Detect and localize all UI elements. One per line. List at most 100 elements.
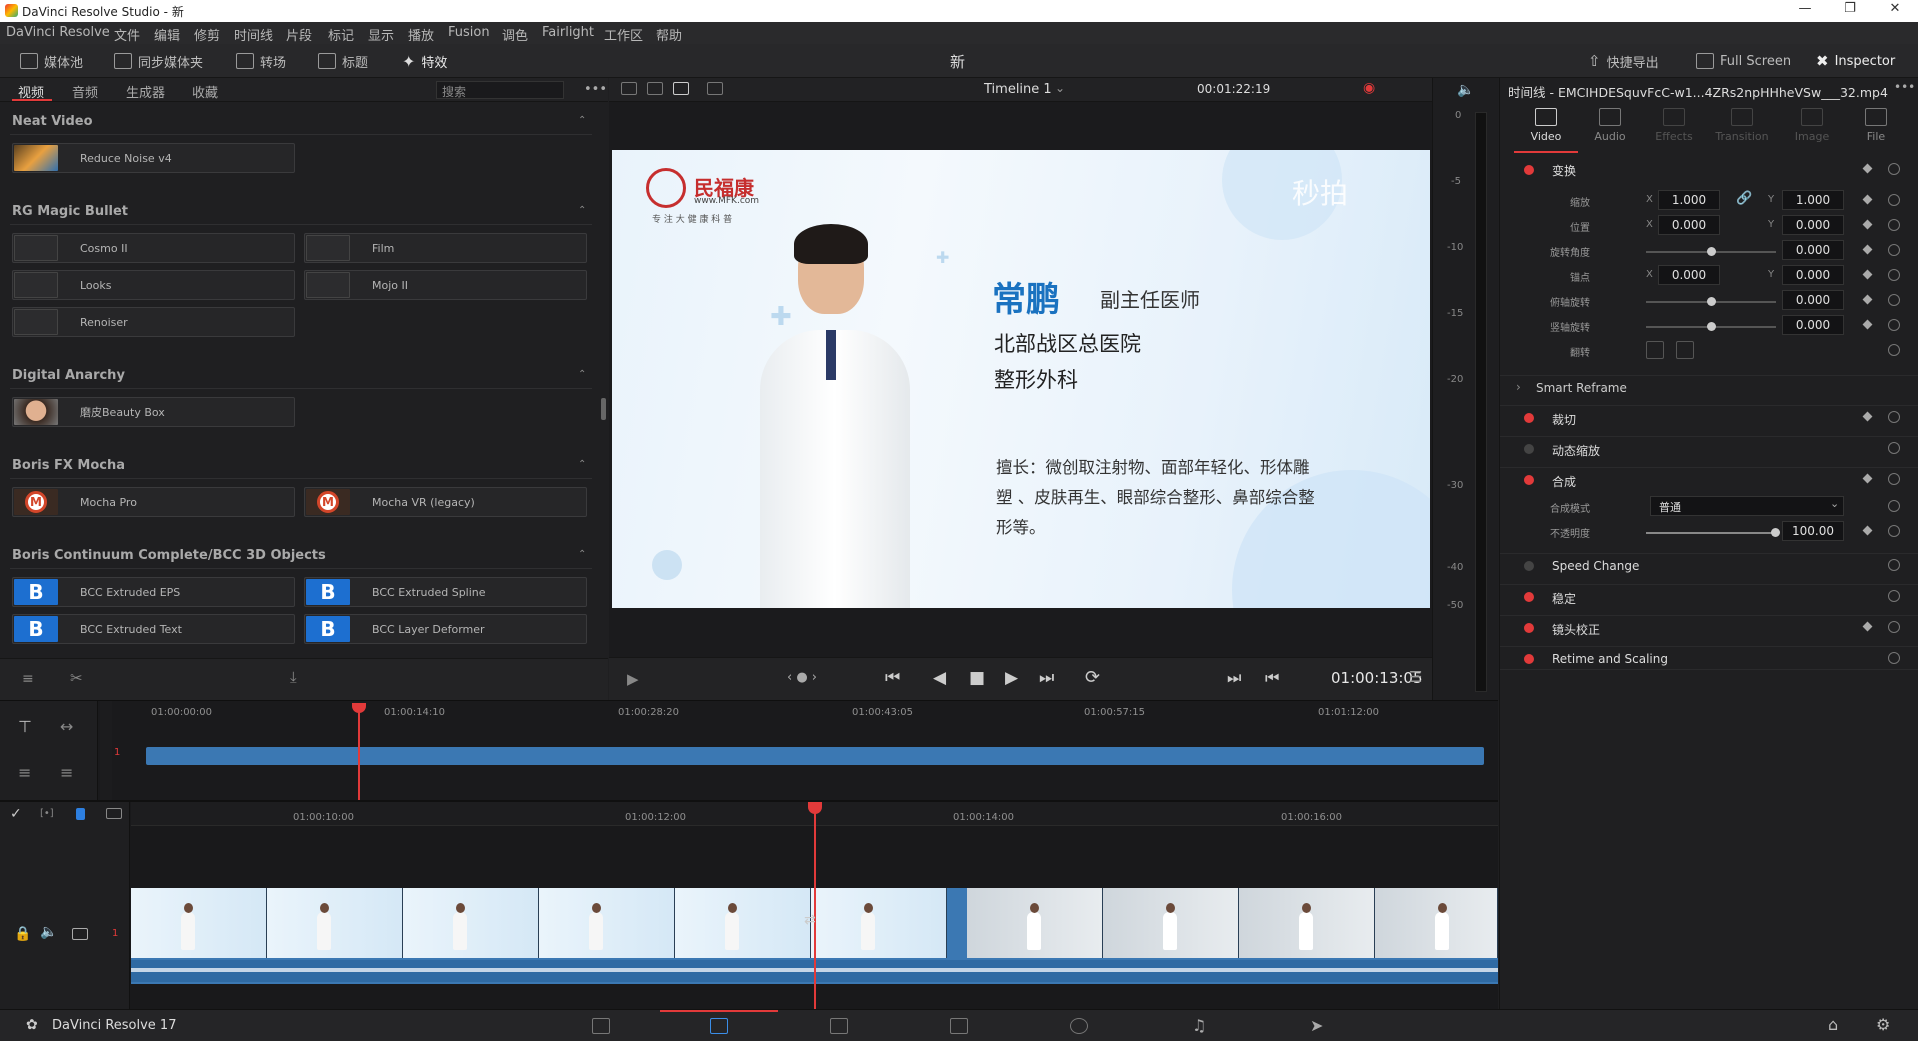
close-icon[interactable]: ✕: [1880, 1, 1910, 16]
reset-icon[interactable]: [1888, 344, 1900, 356]
enable-toggle[interactable]: [1524, 475, 1534, 485]
speaker-icon[interactable]: 🔈: [1457, 82, 1474, 98]
collapse-icon[interactable]: ⌃: [578, 115, 586, 126]
insert-icon[interactable]: ⤓: [290, 668, 297, 686]
viewer-size-icon[interactable]: [707, 82, 723, 95]
razor-icon[interactable]: ✂: [70, 669, 83, 687]
deliver-page-icon[interactable]: ➤: [1310, 1016, 1323, 1035]
keyframe-icon[interactable]: [1862, 244, 1873, 255]
layout-icon[interactable]: [647, 82, 663, 95]
snap-icon[interactable]: ≡: [22, 671, 34, 687]
pitch-slider[interactable]: [1646, 297, 1776, 306]
keyframe-icon[interactable]: [1862, 163, 1873, 174]
transform-section[interactable]: 变换: [1500, 158, 1918, 182]
effect-item[interactable]: Mojo II: [304, 270, 587, 300]
rotation-field[interactable]: 0.000: [1782, 240, 1844, 260]
zoom-icon[interactable]: [•]: [40, 808, 54, 819]
prev-edit-icon[interactable]: ⏮: [1265, 668, 1279, 688]
category-header[interactable]: Boris Continuum Complete/BCC 3D Objects: [12, 548, 326, 563]
dynamic-zoom-section[interactable]: 动态缩放: [1500, 436, 1918, 460]
scrollbar-thumb[interactable]: [601, 398, 606, 420]
reset-icon[interactable]: [1888, 525, 1900, 537]
timeline-name[interactable]: Timeline 1: [984, 82, 1052, 97]
retime-scaling-section[interactable]: Retime and Scaling: [1500, 646, 1918, 670]
enable-toggle[interactable]: [1524, 592, 1534, 602]
speaker-icon[interactable]: 🔈: [40, 924, 57, 940]
keyframe-icon[interactable]: [1862, 525, 1873, 536]
pitch-field[interactable]: 0.000: [1782, 290, 1844, 310]
effect-item[interactable]: Cosmo II: [12, 233, 295, 263]
link-icon[interactable]: 🔗: [1736, 191, 1752, 206]
trim-handle-icon[interactable]: ⇄: [804, 912, 816, 928]
cut-page-icon[interactable]: [710, 1018, 728, 1034]
composite-section[interactable]: 合成: [1500, 467, 1918, 491]
category-header[interactable]: Boris FX Mocha: [12, 458, 125, 473]
effect-item[interactable]: Looks: [12, 270, 295, 300]
enable-toggle[interactable]: [1524, 413, 1534, 423]
flip-horizontal-icon[interactable]: [1646, 341, 1664, 359]
reset-icon[interactable]: [1888, 163, 1900, 175]
category-header[interactable]: Digital Anarchy: [12, 368, 125, 383]
fusion-page-icon[interactable]: [950, 1018, 968, 1034]
layout-icon[interactable]: [673, 82, 689, 95]
keyframe-icon[interactable]: [1862, 294, 1873, 305]
enable-toggle[interactable]: [1524, 561, 1534, 571]
keyframe-icon[interactable]: [1862, 319, 1873, 330]
menu-item[interactable]: 文件: [114, 25, 140, 44]
opacity-field[interactable]: 100.00: [1782, 521, 1844, 541]
tab-effects[interactable]: Effects: [1642, 106, 1706, 150]
playhead-handle[interactable]: [352, 703, 366, 713]
titles-button[interactable]: 标题: [318, 44, 368, 78]
sync-icon[interactable]: ◉: [1363, 80, 1375, 96]
effect-item[interactable]: B BCC Layer Deformer: [304, 614, 587, 644]
reset-icon[interactable]: [1888, 219, 1900, 231]
more-options-icon[interactable]: •••: [584, 82, 607, 97]
menu-item[interactable]: 标记: [328, 25, 354, 44]
track-tool-icon[interactable]: ≡: [60, 763, 73, 782]
effect-item[interactable]: B BCC Extruded Text: [12, 614, 295, 644]
keyframe-icon[interactable]: [1862, 194, 1873, 205]
match-frame-icon[interactable]: ▶: [627, 670, 639, 688]
enable-toggle[interactable]: [1524, 165, 1534, 175]
lens-correction-section[interactable]: 镜头校正: [1500, 615, 1918, 639]
enable-toggle[interactable]: [1524, 623, 1534, 633]
collapse-icon[interactable]: ⌃: [578, 369, 586, 380]
tab-file[interactable]: File: [1844, 106, 1908, 150]
go-to-start-icon[interactable]: ⏮: [885, 668, 900, 688]
tab-favorites[interactable]: 收藏: [192, 82, 218, 101]
effect-item[interactable]: Reduce Noise v4: [12, 143, 295, 173]
quick-export-button[interactable]: ⇧ 快捷导出: [1588, 44, 1659, 78]
reset-icon[interactable]: [1888, 244, 1900, 256]
reset-icon[interactable]: [1888, 442, 1900, 454]
collapse-icon[interactable]: ⌃: [578, 459, 586, 470]
reset-icon[interactable]: [1888, 319, 1900, 331]
reset-icon[interactable]: [1888, 559, 1900, 571]
collapse-icon[interactable]: ⌃: [578, 549, 586, 560]
effects-button[interactable]: ✦ 特效: [402, 44, 447, 78]
reset-icon[interactable]: [1888, 621, 1900, 633]
media-page-icon[interactable]: [592, 1018, 610, 1034]
effect-item[interactable]: 磨皮Beauty Box: [12, 397, 295, 427]
reset-icon[interactable]: [1888, 194, 1900, 206]
inspector-button[interactable]: ✖ Inspector: [1816, 44, 1895, 78]
keyframe-icon[interactable]: [1862, 473, 1873, 484]
effect-item[interactable]: Renoiser: [12, 307, 295, 337]
menu-icon[interactable]: ☰: [1409, 668, 1422, 686]
anchor-y-field[interactable]: 0.000: [1782, 265, 1844, 285]
go-to-end-icon[interactable]: ⏭: [1039, 668, 1054, 688]
composite-mode-select[interactable]: 普通: [1650, 496, 1844, 516]
position-y-field[interactable]: 0.000: [1782, 215, 1844, 235]
blade-icon[interactable]: ✓: [10, 806, 22, 822]
clip-view-icon[interactable]: [106, 808, 122, 819]
zoom-y-field[interactable]: 1.000: [1782, 190, 1844, 210]
enable-toggle[interactable]: [1524, 654, 1534, 664]
marker-icon[interactable]: [76, 808, 85, 820]
reset-icon[interactable]: [1888, 411, 1900, 423]
keyframe-icon[interactable]: [1862, 219, 1873, 230]
search-input[interactable]: 搜索: [436, 81, 564, 99]
sync-bin-button[interactable]: 同步媒体夹: [114, 44, 203, 78]
layout-icon[interactable]: [621, 82, 637, 95]
category-header[interactable]: RG Magic Bullet: [12, 204, 128, 219]
yaw-field[interactable]: 0.000: [1782, 315, 1844, 335]
playhead[interactable]: [358, 703, 360, 801]
